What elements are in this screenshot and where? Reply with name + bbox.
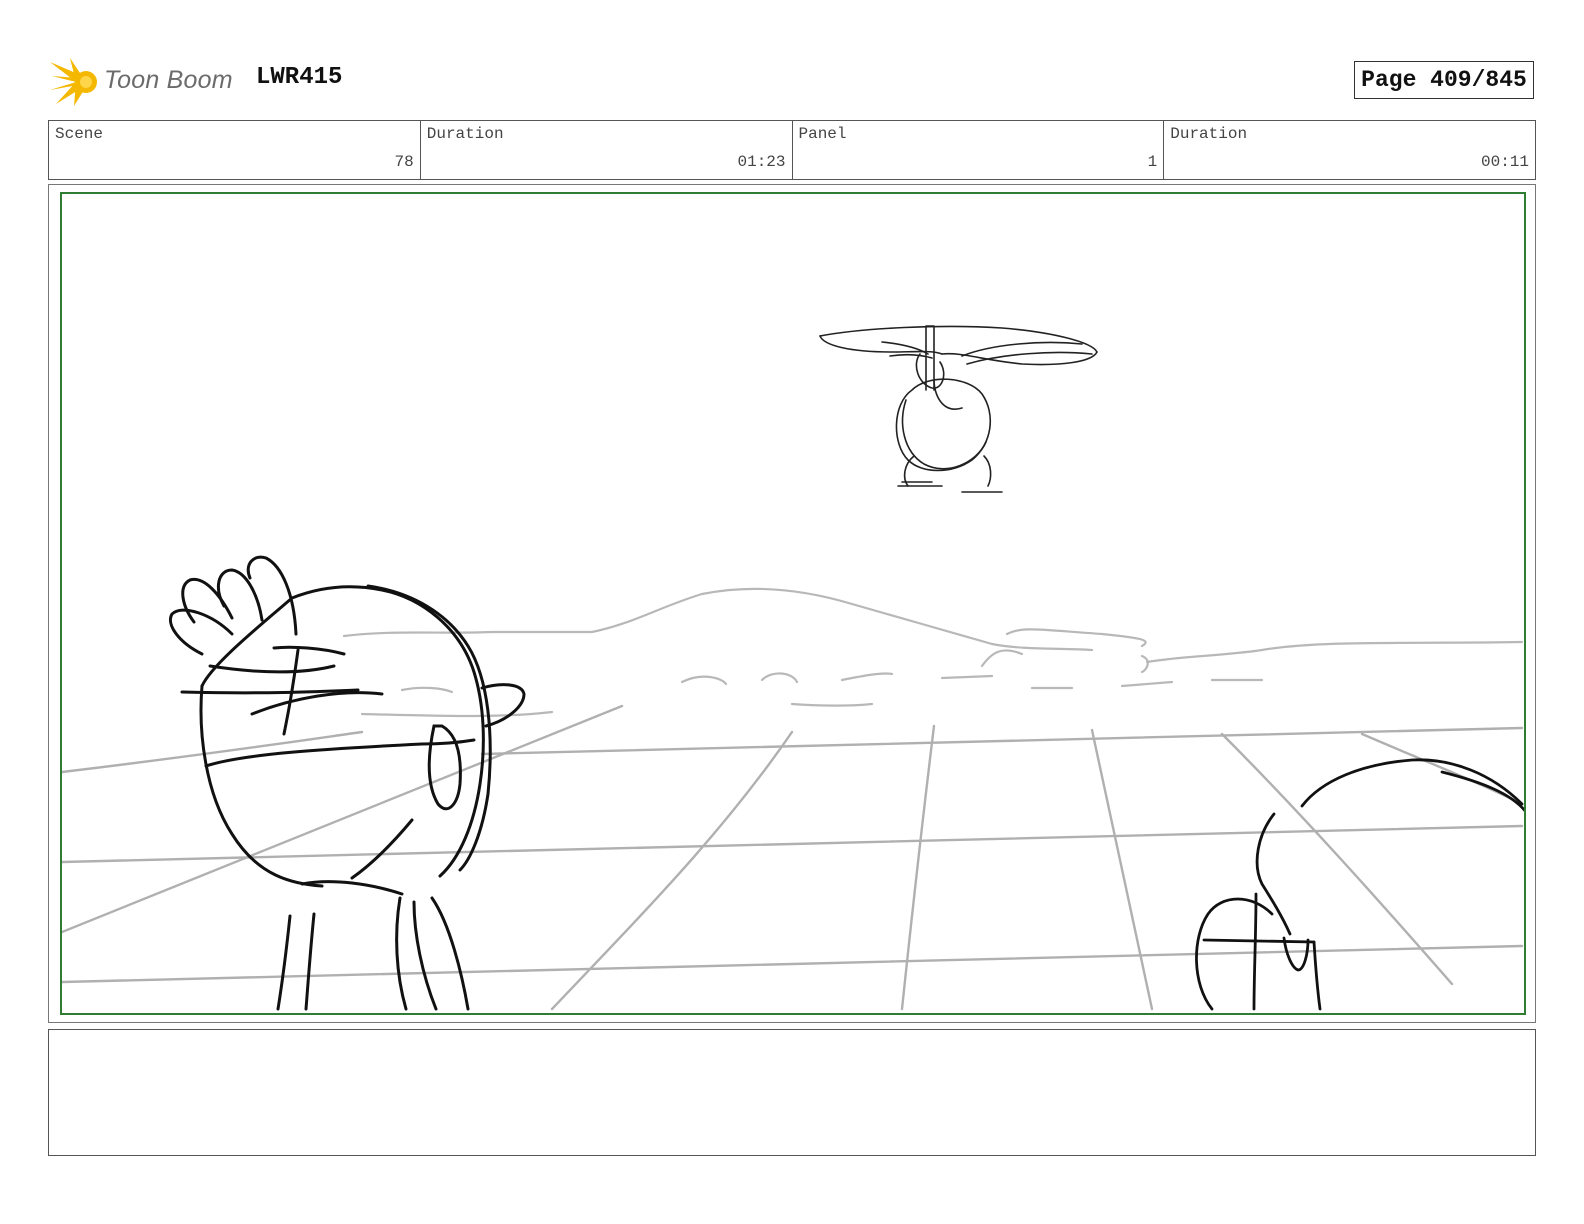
scene-duration-cell: Duration 01:23 [421,121,793,179]
foreground-character-left [169,555,526,1011]
foreground-character-right [1195,758,1524,1011]
scene-duration-label: Duration [426,125,504,143]
scene-info-table: Scene 78 Duration 01:23 Panel 1 Duration… [48,120,1536,180]
panel-duration-cell: Duration 00:11 [1164,121,1535,179]
scene-label: Scene [55,125,104,143]
background-hills [342,587,1524,718]
page-number: Page 409/845 [1354,61,1534,99]
sunburst-icon [50,58,97,106]
toon-boom-logo: Toon Boom [50,56,240,108]
scene-cell: Scene 78 [49,121,421,179]
storyboard-sketch [62,325,1524,1011]
storyboard-panel-image [60,192,1526,1015]
panel-duration-label: Duration [1170,125,1248,143]
logo-text: Toon Boom [104,66,233,94]
scene-value: 78 [394,153,414,171]
flying-character-sketch [819,325,1098,493]
scene-duration-value: 01:23 [737,153,786,171]
panel-value: 1 [1147,153,1158,171]
panel-duration-value: 00:11 [1480,153,1529,171]
panel-notes-box [48,1029,1536,1156]
project-code: LWR415 [256,64,343,91]
panel-cell: Panel 1 [793,121,1165,179]
panel-label: Panel [798,125,847,143]
